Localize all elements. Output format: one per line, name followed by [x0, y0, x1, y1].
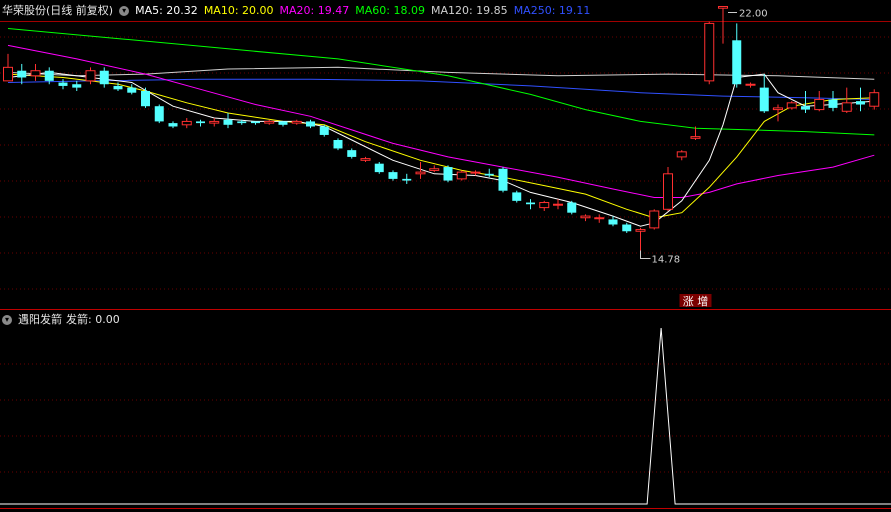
candle-body: [402, 178, 412, 181]
ma5-label: MA5: 20.32: [135, 4, 198, 17]
ma20-label: MA20: 19.47: [279, 4, 350, 17]
candle-body: [44, 70, 54, 81]
candle-body: [196, 121, 205, 124]
candle-body: [622, 224, 632, 232]
candle-body: [374, 163, 384, 173]
indicator-circle-icon[interactable]: ▾: [2, 315, 12, 325]
candle-body: [801, 106, 810, 110]
candle-body: [154, 106, 164, 122]
indicator-header: ▾ 遇阳发箭 发箭: 0.00: [2, 311, 126, 329]
candle-body: [168, 123, 178, 127]
candle-body: [429, 168, 440, 171]
candle-body: [306, 121, 315, 127]
candle-body: [223, 119, 233, 125]
candle-body: [828, 99, 838, 108]
candle-body: [291, 120, 302, 124]
stock-chart[interactable]: 22.00 14.78 涨 增: [0, 0, 891, 512]
candle-body: [141, 91, 150, 107]
candle-body: [553, 203, 563, 206]
candle-body: [498, 168, 508, 191]
candle-body: [608, 219, 618, 225]
indicator-name: 遇阳发箭: [18, 313, 62, 326]
candle-body: [415, 171, 426, 175]
candle-body: [237, 121, 247, 124]
settings-circle-icon[interactable]: ▾: [119, 6, 130, 16]
ma60-label: MA60: 18.09: [355, 4, 425, 17]
candle-body: [251, 121, 260, 124]
candle-body: [704, 22, 715, 82]
candle-body: [30, 70, 41, 77]
candle-body: [347, 150, 357, 157]
high-price-label: 22.00: [739, 9, 768, 20]
candle-body: [841, 102, 852, 112]
candle-body: [72, 84, 82, 88]
candle-body: [526, 202, 535, 205]
candle-body: [869, 92, 880, 107]
candle-body: [360, 158, 371, 161]
candle-body: [264, 120, 275, 124]
ma250-label: MA250: 19.11: [513, 4, 591, 17]
candle-body: [732, 40, 742, 85]
candle-body: [443, 167, 453, 181]
candle-body: [470, 171, 481, 174]
ma10-label: MA10: 20.00: [203, 4, 274, 17]
candle-body: [635, 229, 646, 232]
candle-body: [388, 172, 398, 179]
candle-body: [580, 215, 591, 219]
candle-body: [512, 192, 522, 201]
candle-body: [594, 217, 605, 220]
candle-body: [127, 87, 137, 93]
candle-body: [759, 87, 769, 112]
ma5-line: [7, 71, 875, 227]
candle-body: [58, 82, 68, 86]
candle-body: [181, 120, 192, 126]
candle-body: [456, 171, 467, 180]
candle-body: [319, 126, 329, 135]
stock-title: 华荣股份(日线 前复权): [2, 4, 114, 17]
candle-body: [278, 121, 288, 125]
signal-label: 涨 增: [683, 294, 709, 308]
candle-body: [3, 66, 13, 82]
candle-body: [113, 85, 123, 90]
candle-body: [567, 202, 577, 213]
candle-body: [649, 210, 660, 229]
candle-body: [745, 83, 756, 86]
candle-body: [676, 151, 687, 158]
candle-body: [539, 202, 550, 209]
ma10-line: [7, 73, 875, 219]
candle-body: [663, 173, 673, 210]
main-chart-header: 华荣股份(日线 前复权) ▾ MA5: 20.32 MA10: 20.00 MA20: …: [2, 2, 596, 20]
candle-body: [85, 70, 96, 82]
candle-body: [209, 120, 220, 124]
candle-body: [333, 140, 343, 149]
candle-body: [99, 70, 109, 85]
arrow-signal-line: [0, 327, 891, 505]
candle-body: [773, 107, 783, 111]
candle-body: [484, 173, 494, 176]
indicator-value: 发箭: 0.00: [66, 313, 120, 326]
low-price-label: 14.78: [652, 255, 681, 266]
candle-body: [17, 70, 27, 78]
ma120-label: MA120: 19.85: [430, 4, 508, 17]
candle-body: [786, 102, 797, 109]
candle-body: [856, 101, 865, 105]
low-annotation-leader: [640, 250, 651, 259]
candle-body: [814, 98, 825, 111]
candle-body: [690, 136, 701, 139]
ma20-line: [7, 44, 875, 198]
candle-body: [718, 6, 728, 9]
